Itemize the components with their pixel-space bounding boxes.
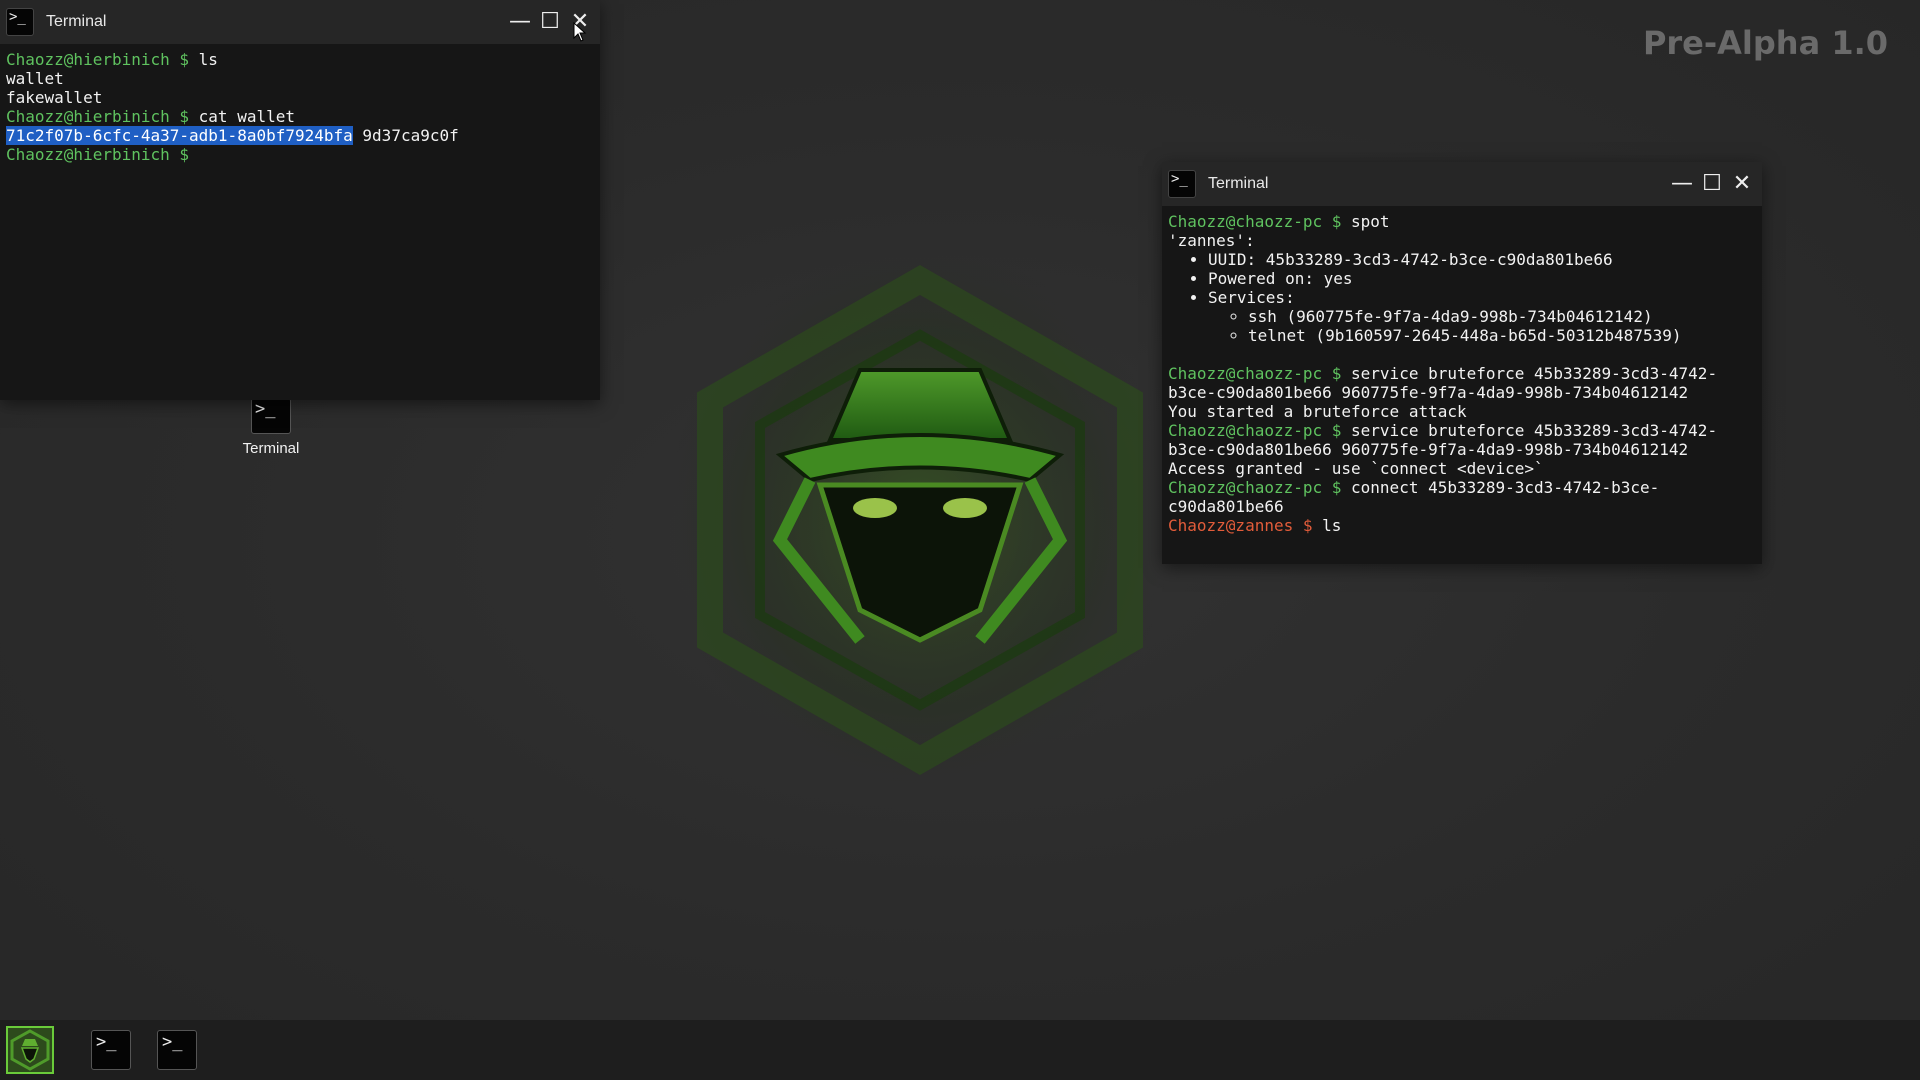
device-name: 'zannes':	[1168, 231, 1255, 250]
mouse-cursor-icon	[573, 22, 587, 42]
command: spot	[1341, 212, 1390, 231]
desktop: Pre-Alpha 1.0 >_ Terminal >_ Terminal — …	[0, 0, 1920, 1080]
desktop-icon-terminal[interactable]: >_ Terminal	[236, 398, 306, 457]
service-ssh: ssh (960775fe-9f7a-4da9-998b-734b0461214…	[1248, 307, 1756, 326]
terminal-line: Chaozz@chaozz-pc $ service bruteforce 45…	[1168, 364, 1756, 383]
terminal-icon: >_	[157, 1030, 197, 1070]
service-telnet: telnet (9b160597-2645-448a-b65d-50312b48…	[1248, 326, 1756, 345]
window-controls: — ☐ ✕	[1670, 162, 1754, 206]
command: cat wallet	[189, 107, 295, 126]
device-info-list: UUID: 45b33289-3cd3-4742-b3ce-c90da801be…	[1168, 250, 1756, 345]
terminal-line: Chaozz@hierbinich $	[6, 145, 594, 164]
minimize-button[interactable]: —	[1670, 172, 1694, 196]
services-list: ssh (960775fe-9f7a-4da9-998b-734b0461214…	[1208, 307, 1756, 345]
launcher-icon	[6, 1026, 54, 1074]
terminal-line: Chaozz@chaozz-pc $ spot	[1168, 212, 1756, 231]
terminal-line: Chaozz@zannes $ ls	[1168, 516, 1756, 535]
terminal-line: wallet	[6, 69, 64, 88]
prompt: Chaozz@hierbinich $	[6, 145, 190, 164]
desktop-icon-label: Terminal	[242, 440, 300, 457]
prompt: Chaozz@chaozz-pc $	[1168, 421, 1342, 440]
terminal-output[interactable]: Chaozz@hierbinich $ ls wallet fakewallet Ch…	[0, 44, 600, 170]
taskbar-launcher-button[interactable]	[5, 1026, 55, 1074]
taskbar-terminal-button[interactable]: >_	[157, 1028, 197, 1072]
terminal-icon: >_	[6, 8, 34, 36]
terminal-line: b3ce-c90da801be66 960775fe-9f7a-4da9-998…	[1168, 383, 1689, 402]
window-title: Terminal	[46, 13, 107, 30]
prompt: Chaozz@hierbinich $	[6, 50, 190, 69]
selected-text[interactable]: 71c2f07b-6cfc-4a37-adb1-8a0bf7924bfa	[6, 126, 353, 145]
remote-prompt: Chaozz@zannes $	[1168, 516, 1313, 535]
command-input[interactable]: ls	[1313, 516, 1341, 535]
taskbar: >_ >_	[0, 1020, 1920, 1080]
maximize-button[interactable]: ☐	[1700, 172, 1724, 196]
command: ls	[189, 50, 218, 69]
services-item: Services:ssh (960775fe-9f7a-4da9-998b-73…	[1208, 288, 1756, 345]
terminal-window-right[interactable]: >_ Terminal — ☐ ✕ Chaozz@chaozz-pc $ spo…	[1162, 162, 1762, 564]
hacker-emblem-wallpaper	[665, 245, 1175, 795]
terminal-line: Access granted - use `connect <device>`	[1168, 459, 1544, 478]
terminal-icon: >_	[251, 398, 291, 434]
prompt: Chaozz@hierbinich $	[6, 107, 190, 126]
terminal-window-left[interactable]: >_ Terminal — ☐ ✕ Chaozz@hierbinich $ ls…	[0, 0, 600, 400]
powered-item: Powered on: yes	[1208, 269, 1756, 288]
terminal-line: Chaozz@chaozz-pc $ service bruteforce 45…	[1168, 421, 1756, 440]
close-button[interactable]: ✕	[1730, 172, 1754, 196]
maximize-button[interactable]: ☐	[538, 10, 562, 34]
terminal-icon: >_	[91, 1030, 131, 1070]
terminal-output[interactable]: Chaozz@chaozz-pc $ spot'zannes':UUID: 45…	[1162, 206, 1762, 541]
uuid-item: UUID: 45b33289-3cd3-4742-b3ce-c90da801be…	[1208, 250, 1756, 269]
version-label: Pre-Alpha 1.0	[1642, 24, 1888, 62]
prompt: Chaozz@chaozz-pc $	[1168, 364, 1342, 383]
prompt: Chaozz@chaozz-pc $	[1168, 212, 1342, 231]
terminal-line: Chaozz@hierbinich $ ls	[6, 50, 594, 69]
command: service bruteforce 45b33289-3cd3-4742-	[1341, 421, 1718, 440]
terminal-icon: >_	[1168, 170, 1196, 198]
terminal-line: b3ce-c90da801be66 960775fe-9f7a-4da9-998…	[1168, 440, 1689, 459]
terminal-line: c90da801be66	[1168, 497, 1284, 516]
taskbar-terminal-button[interactable]: >_	[91, 1028, 131, 1072]
window-title: Terminal	[1208, 175, 1269, 192]
terminal-line: Chaozz@hierbinich $ cat wallet	[6, 107, 594, 126]
window-titlebar[interactable]: >_ Terminal — ☐ ✕	[1162, 162, 1762, 206]
window-titlebar[interactable]: >_ Terminal — ☐ ✕	[0, 0, 600, 44]
terminal-line: fakewallet	[6, 88, 103, 107]
terminal-line: You started a bruteforce attack	[1168, 402, 1467, 421]
command: connect 45b33289-3cd3-4742-b3ce-	[1341, 478, 1660, 497]
terminal-line: Chaozz@chaozz-pc $ connect 45b33289-3cd3…	[1168, 478, 1756, 497]
terminal-line: 71c2f07b-6cfc-4a37-adb1-8a0bf7924bfa 9d3…	[6, 126, 594, 145]
minimize-button[interactable]: —	[508, 10, 532, 34]
output-text: 9d37ca9c0f	[352, 126, 459, 145]
prompt: Chaozz@chaozz-pc $	[1168, 478, 1342, 497]
command: service bruteforce 45b33289-3cd3-4742-	[1341, 364, 1718, 383]
services-label: Services:	[1208, 288, 1295, 307]
